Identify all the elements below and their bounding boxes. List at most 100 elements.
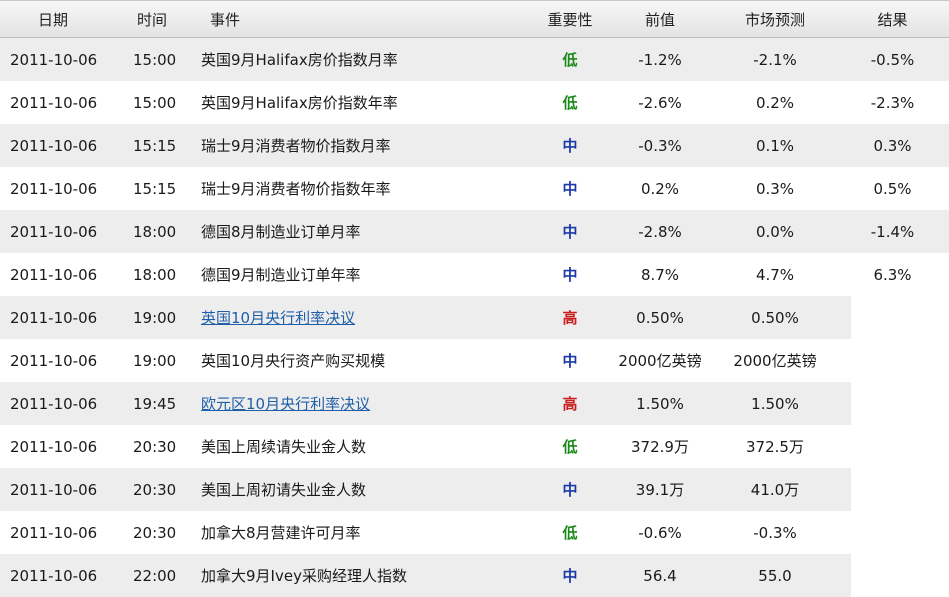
table-row: 2011-10-06 20:30 加拿大8月营建许可月率 低 -0.6% -0.3% [0,511,949,554]
header-previous: 前值 [644,10,675,29]
cell-result [850,425,935,468]
table-row: 2011-10-06 19:45 欧元区10月央行利率决议 高 1.50% 1.50% [0,382,949,425]
cell-importance: 中 [562,266,578,284]
cell-forecast: 0.50% [751,308,799,327]
table-row: 2011-10-06 19:00 英国10月央行资产购买规模 中 2000亿英镑 2000… [0,339,949,382]
table-row: 2011-10-06 15:15 瑞士9月消费者物价指数年率 中 0.2% 0.3% 0.5… [0,167,949,210]
cell-date: 2011-10-06 [10,265,98,284]
cell-previous: 0.50% [636,308,684,327]
cell-previous: -0.6% [638,523,682,542]
economic-calendar-table: 日期 时间 事件 重要性 前值 市场预测 结果 2011-10-06 15:00 英… [0,0,949,597]
cell-time: 20:30 [133,480,177,499]
cell-time: 15:00 [133,93,177,112]
event-link[interactable]: 英国10月央行利率决议 [201,307,355,328]
cell-time: 19:00 [133,351,177,370]
cell-time: 15:15 [133,179,177,198]
cell-forecast: 0.3% [755,179,795,198]
cell-date: 2011-10-06 [10,179,98,198]
cell-forecast: 0.2% [755,93,795,112]
cell-time: 22:00 [133,566,177,585]
cell-previous: 1.50% [636,394,684,413]
cell-forecast: 41.0万 [750,481,800,499]
cell-importance: 中 [562,180,578,198]
cell-date: 2011-10-06 [10,566,98,585]
header-forecast: 市场预测 [744,10,805,29]
cell-previous: 0.2% [640,179,680,198]
cell-event: 美国上周续请失业金人数 [201,438,367,456]
header-time: 时间 [137,10,168,29]
cell-importance: 低 [562,51,578,69]
cell-importance: 高 [562,309,578,327]
cell-previous: -2.8% [638,222,682,241]
cell-time: 18:00 [133,222,177,241]
cell-importance: 中 [562,567,578,585]
cell-event: 英国9月Halifax房价指数年率 [201,94,398,112]
cell-importance: 低 [562,94,578,112]
cell-forecast: -0.3% [753,523,797,542]
cell-previous: -1.2% [638,50,682,69]
cell-date: 2011-10-06 [10,437,98,456]
table-row: 2011-10-06 15:15 瑞士9月消费者物价指数月率 中 -0.3% 0.1% 0.… [0,124,949,167]
table-row: 2011-10-06 15:00 英国9月Halifax房价指数年率 低 -2.6% 0.… [0,81,949,124]
cell-event: 加拿大8月营建许可月率 [201,524,361,542]
cell-result: -0.5% [870,50,915,69]
cell-importance: 高 [562,395,578,413]
table-row: 2011-10-06 19:00 英国10月央行利率决议 高 0.50% 0.50% [0,296,949,339]
cell-time: 15:15 [133,136,177,155]
cell-date: 2011-10-06 [10,308,98,327]
cell-time: 20:30 [133,437,177,456]
cell-result: 0.5% [873,179,912,198]
cell-previous: -2.6% [638,93,682,112]
cell-forecast: 2000亿英镑 [733,352,817,370]
cell-previous: 2000亿英镑 [618,352,702,370]
cell-importance: 低 [562,438,578,456]
cell-forecast: 4.7% [755,265,795,284]
cell-result: 0.3% [873,136,912,155]
cell-time: 20:30 [133,523,177,542]
cell-event: 欧元区10月央行利率决议 [201,382,531,425]
table-row: 2011-10-06 15:00 英国9月Halifax房价指数月率 低 -1.2% -2… [0,38,949,81]
cell-time: 18:00 [133,265,177,284]
cell-event: 德国9月制造业订单年率 [201,266,361,284]
cell-result: 6.3% [873,265,912,284]
cell-event: 瑞士9月消费者物价指数月率 [201,137,391,155]
cell-forecast: -2.1% [753,50,797,69]
cell-date: 2011-10-06 [10,351,98,370]
cell-date: 2011-10-06 [10,136,98,155]
table-header: 日期 时间 事件 重要性 前值 市场预测 结果 [0,0,949,38]
cell-result: -1.4% [870,222,915,241]
table-row: 2011-10-06 20:30 美国上周续请失业金人数 低 372.9万 372.5万 [0,425,949,468]
cell-previous: 8.7% [640,265,680,284]
cell-time: 19:45 [133,394,177,413]
cell-importance: 中 [562,481,578,499]
table-row: 2011-10-06 18:00 德国9月制造业订单年率 中 8.7% 4.7% 6.3% [0,253,949,296]
header-result: 结果 [877,10,908,29]
cell-date: 2011-10-06 [10,50,98,69]
cell-result [850,468,935,511]
cell-event: 加拿大9月Ivey采购经理人指数 [201,567,407,585]
header-event: 事件 [210,10,241,29]
table-row: 2011-10-06 18:00 德国8月制造业订单月率 中 -2.8% 0.0% -1.4… [0,210,949,253]
cell-result: -2.3% [870,93,915,112]
cell-result [850,339,935,382]
cell-event: 德国8月制造业订单月率 [201,223,361,241]
cell-date: 2011-10-06 [10,394,98,413]
cell-date: 2011-10-06 [10,222,98,241]
cell-previous: -0.3% [638,136,682,155]
cell-importance: 中 [562,137,578,155]
cell-result [850,382,935,425]
cell-forecast: 0.0% [755,222,795,241]
event-link[interactable]: 欧元区10月央行利率决议 [201,393,370,414]
cell-importance: 中 [562,352,578,370]
cell-event: 英国9月Halifax房价指数月率 [201,51,398,69]
cell-forecast: 1.50% [751,394,799,413]
cell-forecast: 0.1% [755,136,795,155]
table-body: 2011-10-06 15:00 英国9月Halifax房价指数月率低 -1.2% -2… [0,38,949,597]
cell-date: 2011-10-06 [10,93,98,112]
cell-date: 2011-10-06 [10,480,98,499]
cell-importance: 中 [562,223,578,241]
cell-result [850,296,935,339]
cell-previous: 39.1万 [635,481,685,499]
table-row: 2011-10-06 22:00 加拿大9月Ivey采购经理人指数 中 56.4 55.0 [0,554,949,597]
cell-previous: 56.4 [643,566,677,585]
